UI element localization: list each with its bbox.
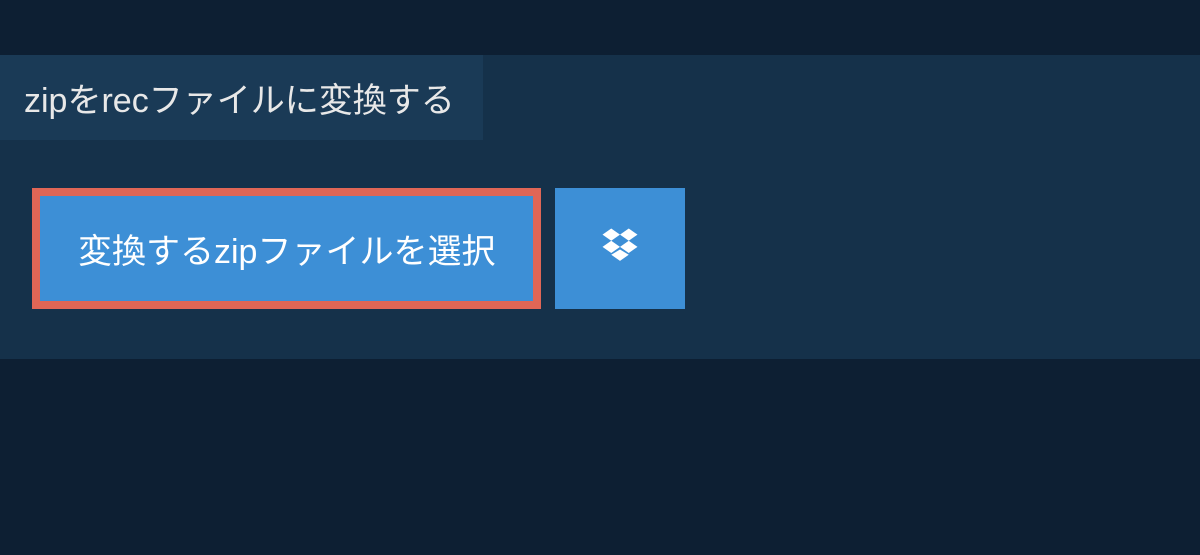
page-title: zipをrecファイルに変換する [0, 55, 483, 140]
select-file-label: 変換するzipファイルを選択 [78, 224, 495, 273]
converter-panel: zipをrecファイルに変換する 変換するzipファイルを選択 [0, 55, 1200, 359]
dropbox-icon [599, 225, 641, 272]
dropbox-button[interactable] [555, 188, 685, 309]
select-file-button[interactable]: 変換するzipファイルを選択 [32, 188, 541, 309]
button-row: 変換するzipファイルを選択 [32, 188, 1200, 309]
